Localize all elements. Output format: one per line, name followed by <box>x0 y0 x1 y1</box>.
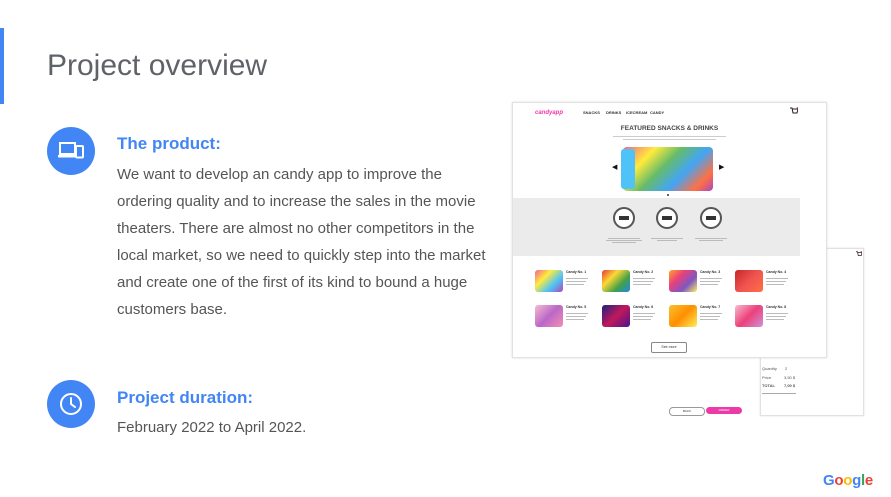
card-title: Candy No. 4 <box>766 270 787 274</box>
devices-icon <box>47 127 95 175</box>
clock-icon <box>47 380 95 428</box>
total-value: 7,00 $ <box>784 383 796 388</box>
product-card[interactable]: Candy No. 1 <box>535 270 595 296</box>
total-label: TOTAL <box>762 383 775 388</box>
product-card[interactable]: Candy No. 7 <box>669 305 729 331</box>
candy-image <box>602 270 630 292</box>
candy-image <box>535 305 563 327</box>
price-label: Price <box>762 375 772 380</box>
product-card[interactable]: Candy No. 3 <box>669 270 729 296</box>
card-title: Candy No. 8 <box>766 305 787 309</box>
candy-image <box>669 305 697 327</box>
duration-heading: Project duration: <box>117 388 254 407</box>
product-line: and create one of the first of its kind … <box>117 274 468 291</box>
google-logo: Google <box>823 472 873 489</box>
back-button[interactable]: BACK <box>669 407 705 416</box>
home-mockup: candyapp SNACKS DRINKS ICECREAM CANDY FE… <box>512 102 827 358</box>
product-heading: The product: <box>117 134 221 153</box>
guarantee-badge-icon <box>700 207 722 229</box>
candy-image <box>735 270 763 292</box>
product-card[interactable]: Candy No. 5 <box>535 305 595 331</box>
product-card[interactable]: Candy No. 2 <box>602 270 662 296</box>
candy-image <box>735 305 763 327</box>
card-title: Candy No. 6 <box>633 305 654 309</box>
candy-image <box>535 270 563 292</box>
candy-image <box>669 270 697 292</box>
product-line: We want to develop an candy app to impro… <box>117 166 442 183</box>
quantity-label: Quantity <box>762 366 777 371</box>
product-line: customers base. <box>117 301 228 318</box>
card-title: Candy No. 3 <box>700 270 721 274</box>
nav-candy[interactable]: CANDY <box>650 110 664 115</box>
premium-badge-icon <box>613 207 635 229</box>
hero-side-image <box>621 149 635 189</box>
quantity-value: 2 <box>785 366 788 371</box>
see-more-button[interactable]: See more <box>651 342 687 353</box>
product-line: ordering quality and to increase the sal… <box>117 193 476 210</box>
product-card[interactable]: Candy No. 8 <box>735 305 795 331</box>
badge-caption <box>645 237 689 242</box>
carousel-dot[interactable] <box>667 194 669 196</box>
candy-image <box>602 305 630 327</box>
nav-icecream[interactable]: ICECREAM <box>626 110 647 115</box>
carousel-prev-icon[interactable]: ◀ <box>612 163 617 171</box>
duration-text: February 2022 to April 2022. <box>117 419 307 436</box>
product-description: We want to develop an candy app to impro… <box>117 161 517 323</box>
slide-title: Project overview <box>47 49 268 82</box>
app-logo: candyapp <box>535 110 564 116</box>
title-accent-bar <box>0 28 4 104</box>
product-line: local market, so we need to quickly step… <box>117 247 486 264</box>
card-title: Candy No. 1 <box>566 270 587 274</box>
price-value: 3,50 $ <box>784 375 796 380</box>
order-button[interactable]: ORDER <box>706 407 742 414</box>
badge-caption <box>602 237 646 244</box>
card-title: Candy No. 2 <box>633 270 654 274</box>
product-line: theaters. There are almost no other comp… <box>117 220 475 237</box>
featured-subtitle-placeholder <box>613 134 726 142</box>
total-divider <box>762 393 796 394</box>
carousel-next-icon[interactable]: ▶ <box>719 163 724 171</box>
card-title: Candy No. 7 <box>700 305 721 309</box>
quality-badge-icon <box>656 207 678 229</box>
features-band <box>513 198 800 256</box>
badge-caption <box>689 237 733 242</box>
product-card[interactable]: Candy No. 4 <box>735 270 795 296</box>
nav-snacks[interactable]: SNACKS <box>583 110 600 115</box>
featured-title: FEATURED SNACKS & DRINKS <box>620 125 719 132</box>
card-title: Candy No. 5 <box>566 305 587 309</box>
nav-drinks[interactable]: DRINKS <box>606 110 621 115</box>
cart-icon <box>856 251 862 256</box>
product-card[interactable]: Candy No. 6 <box>602 305 662 331</box>
hero-candy-image <box>623 147 713 191</box>
cart-icon[interactable] <box>790 107 798 115</box>
